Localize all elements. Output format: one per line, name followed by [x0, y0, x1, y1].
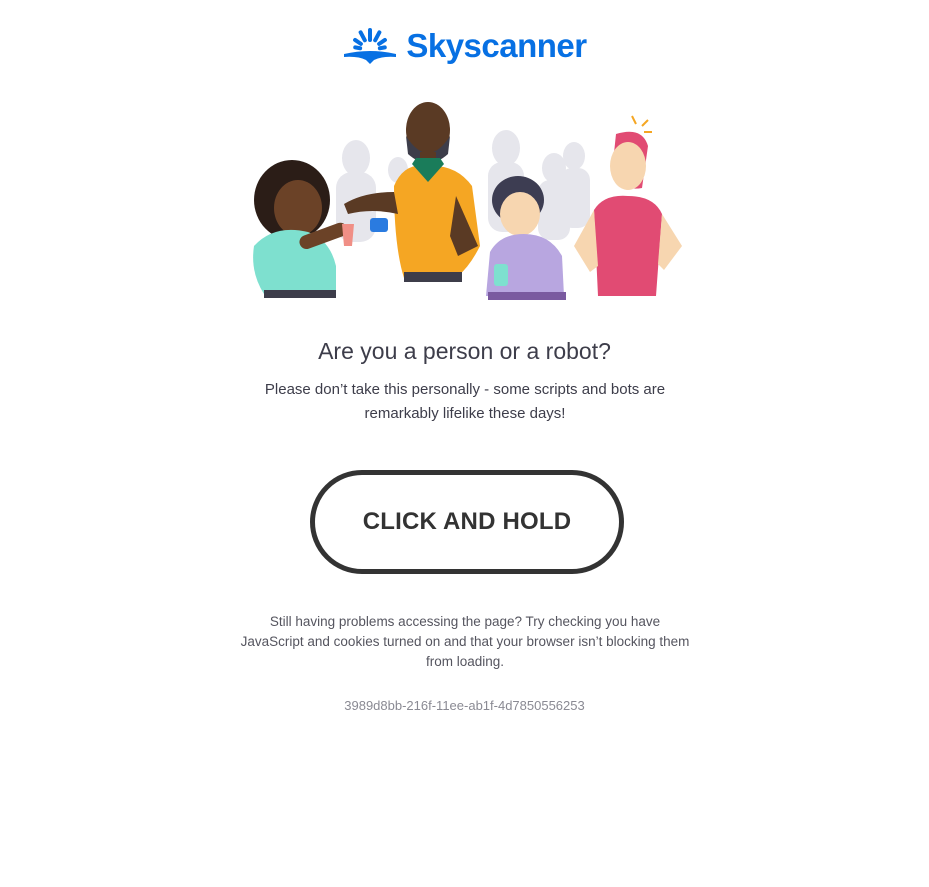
sunrise-icon [344, 28, 397, 64]
request-id: 3989d8bb-216f-11ee-ab1f-4d7850556253 [344, 698, 585, 713]
help-text: Still having problems accessing the page… [240, 614, 690, 669]
person-pink-top [574, 115, 682, 296]
captcha-page: Skyscanner Are you a person or a robot? … [0, 0, 929, 887]
people-group-illustration [253, 102, 682, 300]
brand-name: Skyscanner [406, 27, 587, 64]
challenge-description: Please don’t take this personally - some… [264, 381, 666, 422]
brand-logo: Skyscanner [342, 24, 587, 68]
challenge-title: Are you a person or a robot? [318, 338, 611, 364]
click-and-hold-button[interactable]: CLICK AND HOLD [310, 470, 624, 574]
click-and-hold-label: CLICK AND HOLD [362, 508, 572, 535]
brand-header: Skyscanner [0, 24, 929, 68]
